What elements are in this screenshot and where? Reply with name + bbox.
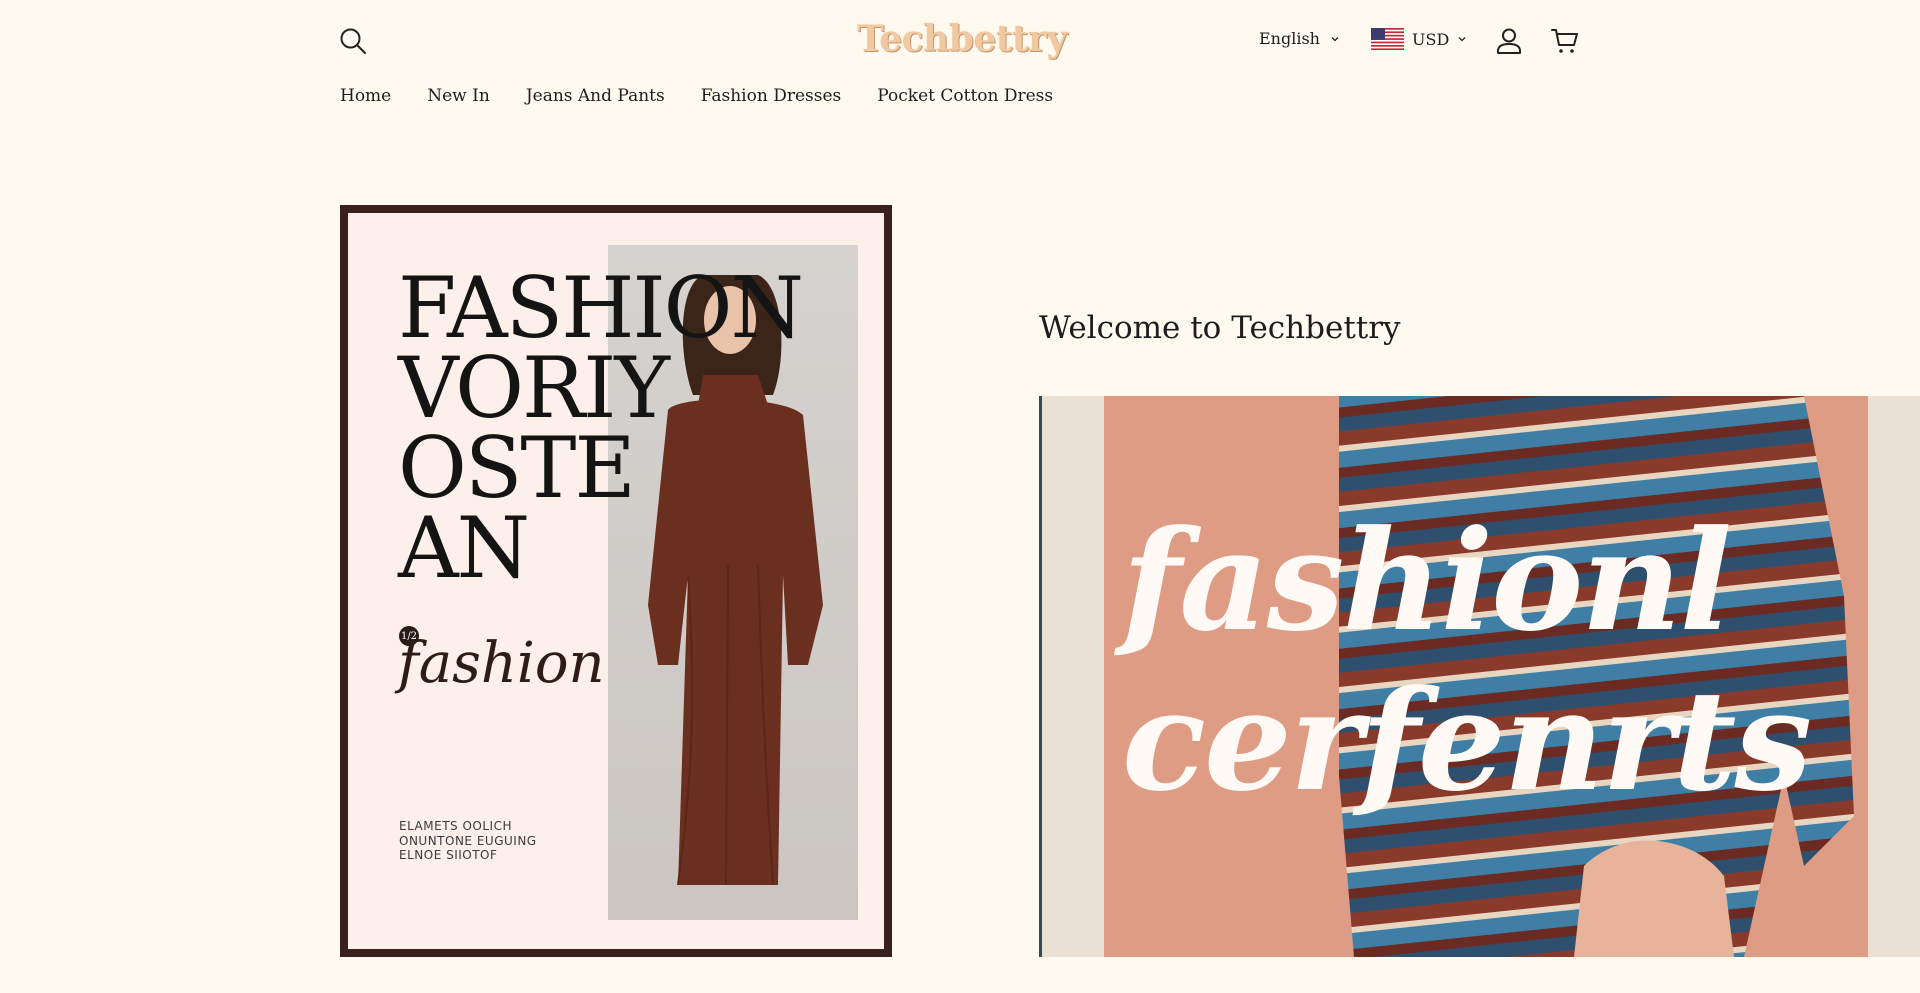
- cart-button[interactable]: [1550, 26, 1580, 56]
- banner-text-line: cerfenrts: [1122, 659, 1812, 822]
- poster-title: FASHION VORIY OSTE AN: [398, 259, 818, 597]
- poster-script-text: fashion: [398, 631, 605, 696]
- nav-item-fashion-dresses[interactable]: Fashion Dresses: [701, 86, 842, 106]
- nav-item-home[interactable]: Home: [340, 86, 391, 106]
- us-flag-icon: [1371, 28, 1404, 50]
- chevron-down-icon: [1331, 36, 1339, 41]
- language-selector[interactable]: English: [1259, 29, 1340, 48]
- main-nav: Home New In Jeans And Pants Fashion Dres…: [340, 86, 1053, 106]
- poster-title-line: OSTE: [398, 419, 636, 517]
- nav-item-new-in[interactable]: New In: [427, 86, 490, 106]
- site-logo[interactable]: Techbettry: [857, 14, 1067, 64]
- user-icon: [1497, 28, 1521, 54]
- currency-selector[interactable]: USD: [1371, 28, 1467, 50]
- poster-small-line: ELNOE SIIOTOF: [399, 848, 498, 862]
- poster-small-line: ELAMETS OOLICH: [399, 819, 512, 833]
- poster-small-line: ONUNTONE EUGUING: [399, 833, 537, 848]
- site-header: Techbettry English USD Home New In Jeans…: [0, 0, 1920, 130]
- chevron-down-icon: [1458, 37, 1466, 42]
- poster-small-text: ELAMETS OOLICH ONUNTONE EUGUING ELNOE SI…: [399, 819, 537, 863]
- language-label: English: [1259, 29, 1320, 48]
- search-button[interactable]: [338, 26, 368, 56]
- welcome-heading: Welcome to Techbettry: [1039, 310, 1401, 346]
- banner-text: fashionl cerfenrts: [1122, 501, 1920, 821]
- currency-label: USD: [1412, 29, 1450, 49]
- fashion-poster-image[interactable]: FASHION VORIY OSTE AN 1/2 fashion ELAMET…: [340, 205, 892, 957]
- search-icon: [340, 28, 366, 54]
- poster-canvas: FASHION VORIY OSTE AN 1/2 fashion ELAMET…: [348, 213, 884, 949]
- poster-title-line: AN: [398, 499, 530, 597]
- nav-item-pocket-cotton-dress[interactable]: Pocket Cotton Dress: [877, 86, 1053, 106]
- cart-icon: [1551, 29, 1578, 53]
- account-button[interactable]: [1494, 26, 1524, 56]
- banner-text-line: fashionl: [1122, 499, 1732, 662]
- poster-title-line: VORIY: [398, 339, 670, 437]
- poster-title-line: FASHION: [398, 259, 804, 357]
- nav-item-jeans-and-pants[interactable]: Jeans And Pants: [526, 86, 665, 106]
- fashion-banner-image[interactable]: fashionl cerfenrts: [1039, 396, 1920, 957]
